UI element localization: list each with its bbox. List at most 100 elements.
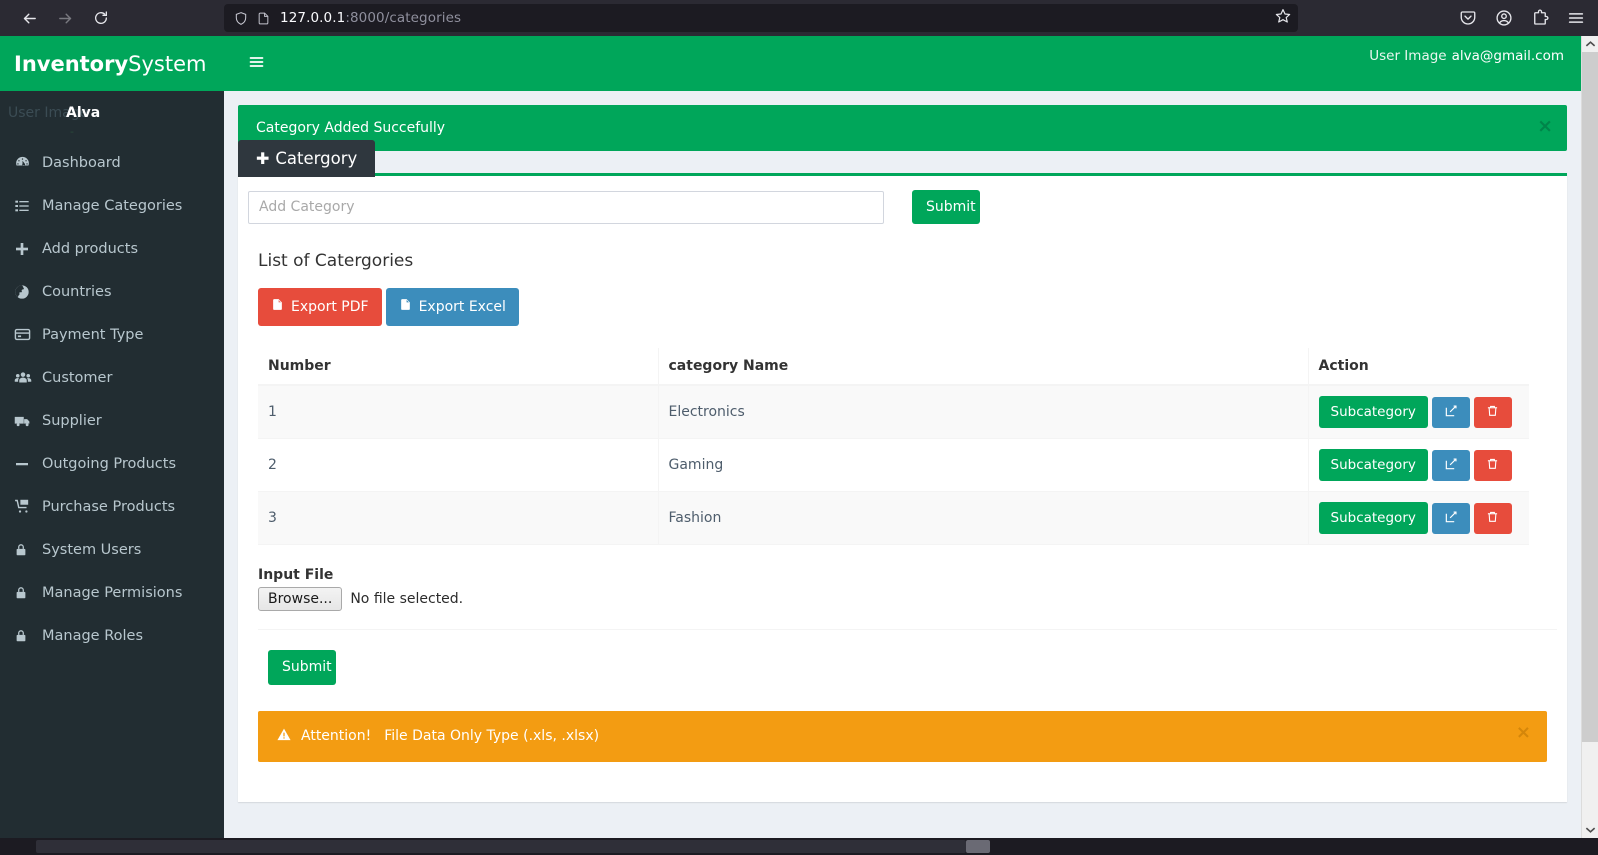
export-pdf-button[interactable]: A Export PDF (258, 288, 382, 327)
navbar-user[interactable]: User Image alva@gmail.com (1369, 47, 1564, 65)
brand-light: System (128, 51, 207, 76)
horizontal-scrollbar[interactable] (0, 838, 1598, 855)
reload-icon (93, 10, 109, 26)
subcategory-button[interactable]: Subcategory (1318, 502, 1428, 535)
extensions-puzzle-icon (1531, 9, 1549, 27)
page-document-icon (252, 8, 274, 28)
address-bar[interactable]: 127.0.0.1:8000/categories (224, 4, 1298, 32)
warning-alert-message: File Data Only Type (.xls, .xlsx) (384, 728, 600, 745)
star-icon (1275, 8, 1291, 28)
export-excel-label: Export Excel (418, 299, 506, 316)
lock-icon (14, 585, 40, 601)
sidebar: Inventory System User Image Alva - Dashb… (0, 36, 224, 855)
file-excel-icon: x (399, 297, 412, 317)
file-status-text: No file selected. (350, 591, 464, 608)
cell-actions: Subcategory (1308, 491, 1529, 546)
edit-button[interactable] (1431, 396, 1470, 428)
pocket-button[interactable] (1452, 3, 1484, 33)
success-alert-close-button[interactable]: × (1537, 117, 1553, 136)
subcategory-button[interactable]: Subcategory (1318, 449, 1428, 482)
account-button[interactable] (1488, 3, 1520, 33)
sidebar-item-dashboard[interactable]: Dashboard (0, 141, 224, 184)
sidebar-item-manage-permisions[interactable]: Manage Permisions (0, 571, 224, 614)
cell-number: 2 (258, 438, 659, 493)
back-button[interactable] (14, 4, 44, 32)
delete-button[interactable] (1473, 449, 1512, 481)
browse-button[interactable]: Browse... (258, 587, 343, 612)
vertical-scrollbar-thumb[interactable] (1582, 52, 1598, 742)
plus-icon (14, 241, 40, 257)
edit-button[interactable] (1431, 502, 1470, 534)
column-header-action: Action (1308, 348, 1529, 387)
cell-category-name: Fashion (658, 491, 1309, 546)
globe-icon (14, 284, 40, 300)
bookmark-button[interactable] (1268, 4, 1298, 32)
sidebar-item-supplier[interactable]: Supplier (0, 399, 224, 442)
sidebar-item-label: Payment Type (42, 326, 144, 343)
sidebar-item-manage-categories[interactable]: Manage Categories (0, 184, 224, 227)
sidebar-menu: Dashboard Manage Categories Add products… (0, 141, 224, 657)
cell-number: 3 (258, 491, 659, 546)
url-text: 127.0.0.1:8000/categories (280, 10, 462, 26)
sidebar-item-customer[interactable]: Customer (0, 356, 224, 399)
sidebar-item-purchase-products[interactable]: Purchase Products (0, 485, 224, 528)
app-menu-button[interactable] (1560, 3, 1592, 33)
table-header-row: Number category Name Action (258, 348, 1529, 387)
sidebar-item-label: Purchase Products (42, 498, 176, 515)
sidebar-item-label: Manage Permisions (42, 584, 183, 601)
add-category-tab[interactable]: ✚ Catergory (238, 140, 376, 177)
pocket-icon (1459, 9, 1477, 27)
warning-alert-close-button[interactable]: × (1516, 723, 1531, 742)
upload-submit-button[interactable]: Submit (268, 650, 336, 685)
sidebar-toggle-button[interactable] (234, 36, 279, 91)
sidebar-item-label: Countries (42, 283, 112, 300)
sidebar-item-label: System Users (42, 541, 142, 558)
trash-icon (1486, 510, 1499, 527)
cell-category-name: Electronics (658, 385, 1309, 440)
row-action-buttons: Subcategory (1318, 396, 1520, 429)
delete-button[interactable] (1473, 396, 1512, 428)
subcategory-button[interactable]: Subcategory (1318, 396, 1428, 429)
cell-actions: Subcategory (1308, 438, 1529, 493)
cell-number: 1 (258, 385, 659, 440)
sidebar-user-panel: User Image Alva - (0, 91, 224, 141)
column-header-number: Number (258, 348, 659, 387)
sidebar-item-label: Manage Categories (42, 197, 183, 214)
trash-icon (1486, 404, 1499, 421)
brand-logo[interactable]: Inventory System (0, 36, 224, 91)
reload-button[interactable] (86, 4, 116, 32)
edit-button[interactable] (1431, 449, 1470, 481)
sidebar-item-manage-roles[interactable]: Manage Roles (0, 614, 224, 657)
main-content: User Image alva@gmail.com Category Added … (224, 36, 1581, 855)
extensions-button[interactable] (1524, 3, 1556, 33)
browser-toolbar-right (1452, 3, 1592, 33)
horizontal-scrollbar-track[interactable] (36, 840, 966, 853)
file-input-row: Browse... No file selected. (258, 587, 1557, 612)
delete-button[interactable] (1473, 502, 1512, 534)
list-icon (14, 198, 40, 214)
horizontal-scrollbar-thumb[interactable] (966, 840, 990, 853)
success-alert: Category Added Succefully × (238, 105, 1567, 151)
sidebar-item-countries[interactable]: Countries (0, 270, 224, 313)
credit-card-icon (14, 326, 40, 343)
add-category-input[interactable] (248, 190, 884, 224)
scroll-down-arrow-icon[interactable] (1582, 822, 1598, 838)
export-excel-button[interactable]: x Export Excel (385, 288, 519, 327)
add-category-submit-button[interactable]: Submit (912, 190, 980, 225)
cell-actions: Subcategory (1308, 385, 1529, 440)
sidebar-item-label: Dashboard (42, 154, 121, 171)
forward-button[interactable] (50, 4, 80, 32)
hamburger-menu-icon (1567, 9, 1585, 27)
add-category-tab-label: Catergory (275, 149, 358, 168)
sidebar-item-label: Outgoing Products (42, 455, 177, 472)
lock-icon (14, 628, 40, 644)
sidebar-item-outgoing-products[interactable]: Outgoing Products (0, 442, 224, 485)
sidebar-item-system-users[interactable]: System Users (0, 528, 224, 571)
sidebar-item-add-products[interactable]: Add products (0, 227, 224, 270)
users-icon (14, 369, 40, 387)
sidebar-item-payment-type[interactable]: Payment Type (0, 313, 224, 356)
category-panel: ✚ Catergory Submit List of Catergories A (238, 140, 1567, 802)
plus-icon: ✚ (256, 149, 270, 168)
vertical-scrollbar[interactable] (1581, 36, 1598, 838)
scroll-up-arrow-icon[interactable] (1582, 36, 1598, 52)
